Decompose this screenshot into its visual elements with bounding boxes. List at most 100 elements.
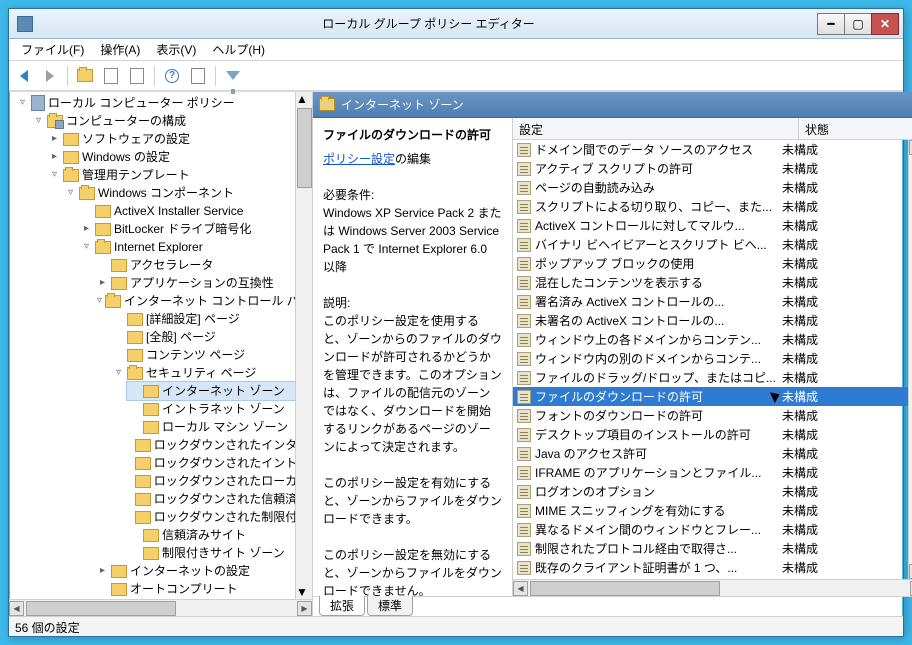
export-button[interactable] xyxy=(126,65,148,87)
tree-software-settings[interactable]: ▸ソフトウェアの設定 xyxy=(47,130,295,148)
expand-icon[interactable]: ▸ xyxy=(97,562,108,580)
tree-bitlocker[interactable]: ▸BitLocker ドライブ暗号化 xyxy=(79,220,295,238)
policy-tree[interactable]: ▿ローカル コンピューター ポリシー ▿コンピューターの構成 ▸ソフトウェアの設… xyxy=(9,92,295,599)
scroll-down-button[interactable]: ▼ xyxy=(296,585,312,599)
collapse-icon[interactable]: ▿ xyxy=(81,238,92,256)
tab-standard[interactable]: 標準 xyxy=(367,596,413,616)
list-row[interactable]: ファイルのドラッグ/ドロップ、またはコピ...未構成 xyxy=(513,368,908,387)
edit-policy-link[interactable]: ポリシー設定 xyxy=(323,152,395,166)
scroll-left-button[interactable]: ◀ xyxy=(513,581,528,596)
tree-admin-templates[interactable]: ▿管理用テンプレート xyxy=(47,166,295,184)
tree-local-machine-zone[interactable]: ローカル マシン ゾーン xyxy=(127,418,295,436)
tree-intranet-zone[interactable]: イントラネット ゾーン xyxy=(127,400,295,418)
scroll-up-button[interactable]: ▲ xyxy=(296,92,312,106)
maximize-button[interactable]: ▢ xyxy=(844,13,872,35)
tree-accelerator[interactable]: アクセラレータ xyxy=(95,256,295,274)
list-row[interactable]: スクリプトによる切り取り、コピー、また...未構成 xyxy=(513,197,908,216)
list-row[interactable]: ポップアップ ブロックの使用未構成 xyxy=(513,254,908,273)
list-row[interactable]: 制限されたプロトコル経由で取得さ...未構成 xyxy=(513,539,908,558)
scroll-right-button[interactable]: ▶ xyxy=(297,601,312,616)
tree-activex-installer[interactable]: ActiveX Installer Service xyxy=(79,202,295,220)
collapse-icon[interactable]: ▿ xyxy=(65,184,76,202)
list-vscrollbar[interactable]: ▲ ▼ xyxy=(908,140,912,579)
list-row[interactable]: 異なるドメイン間のウィンドウとフレー...未構成 xyxy=(513,520,908,539)
list-row[interactable]: ファイルのダウンロードの許可未構成 xyxy=(513,387,908,406)
list-row[interactable]: 既存のクライアント証明書が 1 つ、...未構成 xyxy=(513,558,908,577)
expand-icon[interactable]: ▸ xyxy=(49,148,60,166)
list-row[interactable]: フォントのダウンロードの許可未構成 xyxy=(513,406,908,425)
menu-file[interactable]: ファイル(F) xyxy=(13,39,92,60)
collapse-icon[interactable]: ▿ xyxy=(33,112,44,130)
list-row[interactable]: バイナリ ビヘイビアーとスクリプト ビヘ...未構成 xyxy=(513,235,908,254)
filter-button[interactable] xyxy=(222,65,244,87)
collapse-icon[interactable]: ▿ xyxy=(97,292,102,310)
tree-root[interactable]: ▿ローカル コンピューター ポリシー xyxy=(15,94,295,112)
close-button[interactable]: ✕ xyxy=(871,13,899,35)
list-row[interactable]: 署名済み ActiveX コントロールの...未構成 xyxy=(513,292,908,311)
collapse-icon[interactable]: ▿ xyxy=(49,166,60,184)
col-header-state[interactable]: 状態 xyxy=(799,118,912,139)
tree-windows-components[interactable]: ▿Windows コンポーネント xyxy=(63,184,295,202)
menu-view[interactable]: 表示(V) xyxy=(148,39,204,60)
tree-internet-zone[interactable]: インターネット ゾーン xyxy=(127,382,295,400)
list-row[interactable]: ウィンドウ内の別のドメインからコンテ...未構成 xyxy=(513,349,908,368)
list-row[interactable]: アクティブ スクリプトの許可未構成 xyxy=(513,159,908,178)
tree-restricted-sites[interactable]: 制限付きサイト ゾーン xyxy=(127,544,295,562)
collapse-icon[interactable]: ▿ xyxy=(113,364,124,382)
tree-ld-local[interactable]: ロックダウンされたローカル xyxy=(127,472,295,490)
setting-icon xyxy=(517,143,531,157)
list-row[interactable]: ウィンドウ上の各ドメインからコンテン...未構成 xyxy=(513,330,908,349)
tree-hscrollbar[interactable]: ◀ ▶ xyxy=(9,599,312,616)
tree-windows-settings[interactable]: ▸Windows の設定 xyxy=(47,148,295,166)
tree-advanced-page[interactable]: [詳細設定] ページ xyxy=(111,310,295,328)
menu-help[interactable]: ヘルプ(H) xyxy=(204,39,273,60)
up-button[interactable] xyxy=(74,65,96,87)
tree-security-page[interactable]: ▿セキュリティ ページ xyxy=(111,364,295,382)
list-row[interactable]: デスクトップ項目のインストールの許可未構成 xyxy=(513,425,908,444)
list-row[interactable]: 混在したコンテンツを表示する未構成 xyxy=(513,273,908,292)
tree-ld-intranet[interactable]: ロックダウンされたイントラネ xyxy=(127,454,295,472)
tree-vscrollbar[interactable]: ▲ ▼ xyxy=(295,92,312,599)
tree-general-page[interactable]: [全般] ページ xyxy=(111,328,295,346)
list-row[interactable]: ログオンのオプション未構成 xyxy=(513,482,908,501)
tree-computer-config[interactable]: ▿コンピューターの構成 xyxy=(31,112,295,130)
list-row[interactable]: ドメイン間でのデータ ソースのアクセス未構成 xyxy=(513,140,908,159)
list-row[interactable]: 未署名の ActiveX コントロールの...未構成 xyxy=(513,311,908,330)
list-row[interactable]: MIME スニッフィングを有効にする未構成 xyxy=(513,501,908,520)
help-button[interactable]: ? xyxy=(161,65,183,87)
tree-autocomplete[interactable]: オートコンプリート xyxy=(95,580,295,598)
scroll-thumb[interactable] xyxy=(530,581,720,596)
tab-extended[interactable]: 拡張 xyxy=(319,596,365,616)
list-row[interactable]: Java のアクセス許可未構成 xyxy=(513,444,908,463)
list-row[interactable]: ページの自動読み込み未構成 xyxy=(513,178,908,197)
expand-icon[interactable]: ▸ xyxy=(49,130,60,148)
tree-app-compat[interactable]: ▸アプリケーションの互換性 xyxy=(95,274,295,292)
scroll-thumb[interactable] xyxy=(297,108,312,188)
show-hide-tree-button[interactable] xyxy=(100,65,122,87)
properties-button[interactable] xyxy=(187,65,209,87)
tree-trusted-sites[interactable]: 信頼済みサイト xyxy=(127,526,295,544)
tree-ld-restricted[interactable]: ロックダウンされた制限付き xyxy=(127,508,295,526)
tree-content-page[interactable]: コンテンツ ページ xyxy=(111,346,295,364)
expand-icon[interactable]: ▸ xyxy=(81,220,92,238)
nav-back-button[interactable] xyxy=(13,65,35,87)
scroll-left-button[interactable]: ◀ xyxy=(9,601,24,616)
tree-internet-cpl[interactable]: ▿インターネット コントロール パネル xyxy=(95,292,295,310)
minimize-button[interactable]: ━ xyxy=(817,13,845,35)
tree-ld-internet[interactable]: ロックダウンされたインターネ xyxy=(127,436,295,454)
collapse-icon[interactable]: ▿ xyxy=(17,94,28,112)
tree-label: インターネットの設定 xyxy=(130,562,250,580)
tree-ld-trusted[interactable]: ロックダウンされた信頼済み xyxy=(127,490,295,508)
menu-action[interactable]: 操作(A) xyxy=(92,39,148,60)
settings-list[interactable]: ドメイン間でのデータ ソースのアクセス未構成アクティブ スクリプトの許可未構成ペ… xyxy=(513,140,908,579)
col-header-setting[interactable]: 設定 xyxy=(513,118,799,139)
list-hscrollbar[interactable]: ◀ ▶ xyxy=(513,579,912,596)
setting-state: 未構成 xyxy=(782,369,908,386)
expand-icon[interactable]: ▸ xyxy=(97,274,108,292)
nav-forward-button[interactable] xyxy=(39,65,61,87)
list-row[interactable]: IFRAME のアプリケーションとファイル...未構成 xyxy=(513,463,908,482)
tree-internet-settings[interactable]: ▸ インターネットの設定 xyxy=(95,562,295,580)
scroll-thumb[interactable] xyxy=(26,601,176,616)
list-row[interactable]: ActiveX コントロールに対してマルウ...未構成 xyxy=(513,216,908,235)
tree-internet-explorer[interactable]: ▿Internet Explorer xyxy=(79,238,295,256)
